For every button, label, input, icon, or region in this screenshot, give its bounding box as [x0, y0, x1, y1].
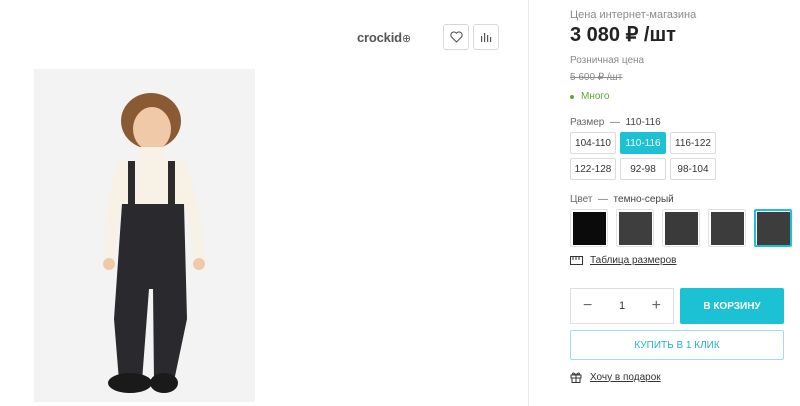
bar-chart-icon — [481, 33, 492, 42]
color-swatch[interactable] — [708, 209, 746, 247]
color-swatch-fill — [664, 211, 698, 245]
size-selected: 110-116 — [625, 117, 661, 128]
add-to-cart-button[interactable]: В КОРЗИНУ — [680, 288, 784, 324]
stock-status: Много — [570, 91, 609, 102]
size-options: 104-110 110-116 116-122 122-128 92-98 98… — [570, 132, 730, 180]
size-table-text: Таблица размеров — [590, 255, 677, 266]
product-gallery: crockid⊕ — [0, 0, 528, 406]
size-option[interactable]: 92-98 — [620, 158, 666, 180]
child-in-snow-pants-image — [34, 69, 255, 402]
size-option[interactable]: 116-122 — [670, 132, 716, 154]
product-info-panel: Цена интернет-магазина 3 080 ₽ /шт Розни… — [529, 0, 800, 406]
ruler-icon — [570, 256, 583, 265]
size-separator: — — [609, 117, 620, 128]
stock-dot-icon — [570, 94, 574, 99]
product-photo[interactable] — [34, 69, 255, 402]
color-options — [570, 209, 792, 247]
brand-logo[interactable]: crockid⊕ — [357, 30, 411, 45]
quantity-plus-button[interactable]: + — [652, 297, 661, 315]
size-table-link[interactable]: Таблица размеров — [570, 255, 676, 266]
color-separator: — — [597, 194, 608, 205]
retail-price: 5 600 ₽ /шт — [570, 72, 623, 83]
heart-icon — [449, 31, 463, 43]
compare-button[interactable] — [473, 24, 499, 50]
quantity-minus-button[interactable]: − — [583, 297, 592, 315]
online-price-label: Цена интернет-магазина — [570, 9, 697, 21]
color-heading: Цвет — темно-серый — [570, 194, 674, 205]
brand-name: crockid — [357, 30, 402, 45]
color-swatch[interactable] — [616, 209, 654, 247]
color-swatch-selected[interactable] — [754, 209, 792, 247]
color-label: Цвет — [570, 194, 593, 205]
favorite-button[interactable] — [443, 24, 469, 50]
color-swatch-fill — [618, 211, 652, 245]
brand-mark-icon: ⊕ — [401, 33, 411, 45]
gift-text: Хочу в подарок — [590, 371, 661, 383]
buy-one-click-button[interactable]: КУПИТЬ В 1 КЛИК — [570, 330, 784, 360]
size-label: Размер — [570, 117, 605, 128]
online-price: 3 080 ₽ /шт — [570, 24, 676, 46]
color-swatch[interactable] — [662, 209, 700, 247]
size-heading: Размер — 110-116 — [570, 117, 661, 128]
color-swatch-fill — [756, 211, 790, 245]
stock-text: Много — [581, 91, 610, 102]
quantity-value[interactable]: 1 — [619, 300, 625, 312]
color-selected: темно-серый — [613, 194, 674, 205]
size-option-selected[interactable]: 110-116 — [620, 132, 666, 154]
color-swatch[interactable] — [570, 209, 608, 247]
quantity-stepper: − 1 + — [570, 288, 674, 324]
retail-price-label: Розничная цена — [570, 55, 645, 66]
size-option[interactable]: 122-128 — [570, 158, 616, 180]
color-swatch-fill — [572, 211, 606, 245]
color-swatch-fill — [710, 211, 744, 245]
size-option[interactable]: 104-110 — [570, 132, 616, 154]
size-option[interactable]: 98-104 — [670, 158, 716, 180]
gift-link[interactable]: Хочу в подарок — [570, 371, 661, 383]
gift-icon — [570, 372, 582, 383]
